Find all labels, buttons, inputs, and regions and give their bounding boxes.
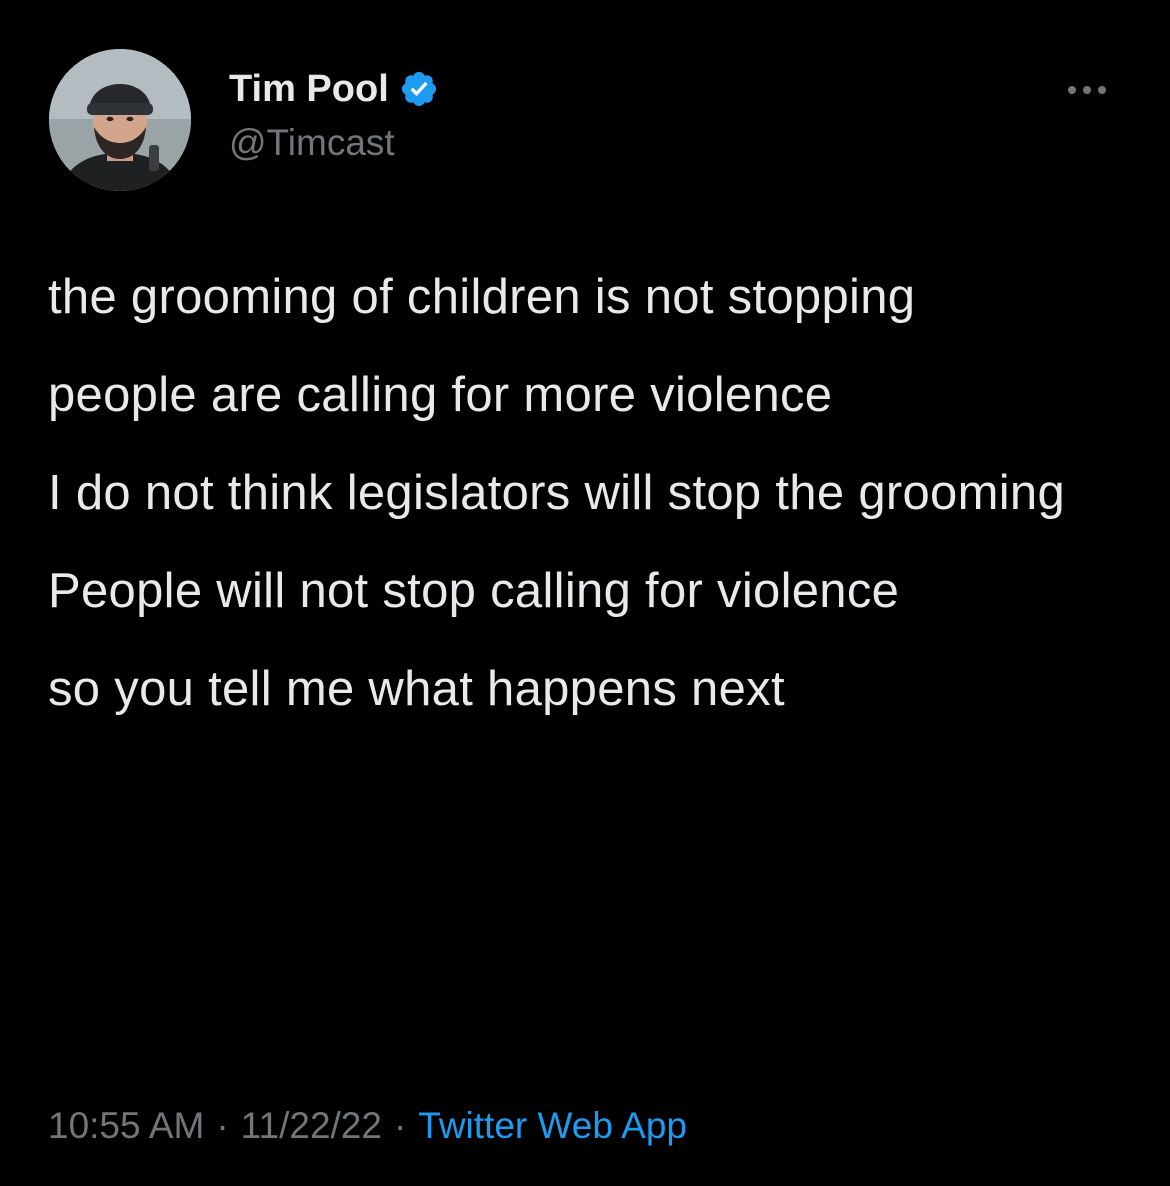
tweet-metadata: 10:55 AM · 11/22/22 · Twitter Web App: [48, 1098, 687, 1154]
tweet-paragraph: the grooming of children is not stopping: [48, 270, 916, 324]
tweet-card: Tim Pool @Timcast the grooming of childr…: [0, 0, 1170, 1186]
more-horizontal-icon: [1083, 86, 1091, 94]
tweet-paragraph: People will not stop calling for violenc…: [48, 564, 900, 618]
meta-separator: ·: [216, 1105, 229, 1146]
author-avatar[interactable]: [49, 49, 191, 191]
author-handle[interactable]: @Timcast: [229, 118, 395, 168]
more-horizontal-icon: [1068, 86, 1076, 94]
avatar-image: [49, 49, 191, 191]
meta-separator: ·: [393, 1105, 407, 1146]
tweet-source-link[interactable]: Twitter Web App: [418, 1105, 687, 1146]
verified-badge-icon: [399, 69, 439, 109]
author-name-row[interactable]: Tim Pool: [229, 62, 439, 116]
tweet-paragraph: people are calling for more violence: [48, 368, 833, 422]
more-options-button[interactable]: [1055, 70, 1119, 110]
tweet-date[interactable]: 11/22/22: [241, 1105, 382, 1146]
more-horizontal-icon: [1098, 86, 1106, 94]
author-name[interactable]: Tim Pool: [229, 62, 389, 116]
tweet-text: the grooming of children is not stopping…: [48, 264, 1128, 754]
tweet-time[interactable]: 10:55 AM: [48, 1105, 204, 1146]
tweet-paragraph: so you tell me what happens next: [48, 662, 785, 716]
tweet-paragraph: I do not think legislators will stop the…: [48, 466, 1065, 520]
